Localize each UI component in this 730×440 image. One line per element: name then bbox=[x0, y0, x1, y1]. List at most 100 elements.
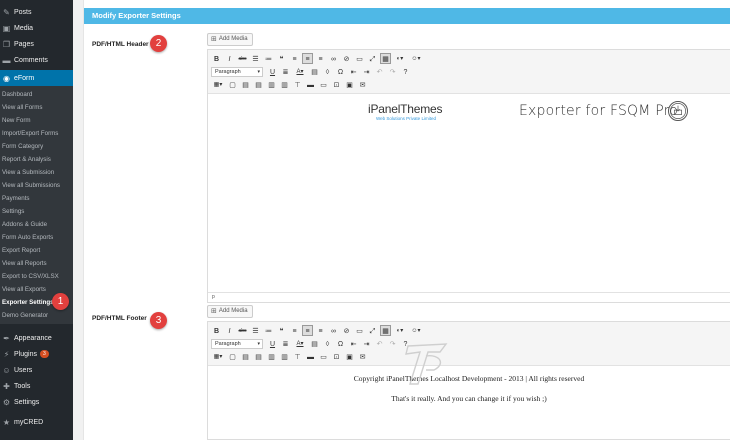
sidebar-item-comments[interactable]: ▬ Comments bbox=[0, 52, 73, 68]
indent-icon[interactable]: ⇥ bbox=[361, 66, 372, 77]
submenu-item-view-submission[interactable]: View a Submission bbox=[0, 166, 73, 179]
unlink-icon[interactable]: ⊘ bbox=[341, 53, 352, 64]
read-more-icon[interactable]: ▭ bbox=[354, 53, 365, 64]
submenu-item-view-all-reports[interactable]: View all Reports bbox=[0, 257, 73, 270]
fullscreen-icon[interactable]: ⤢ bbox=[367, 325, 378, 336]
numbered-list-icon[interactable]: ≔ bbox=[263, 325, 274, 336]
clear-format-icon[interactable]: ◊ bbox=[322, 338, 333, 349]
add-media-button[interactable]: ⊞ Add Media bbox=[207, 33, 253, 46]
format-select[interactable]: Paragraph ▾ bbox=[211, 66, 263, 77]
link-icon[interactable]: ∞ bbox=[328, 53, 339, 64]
redo-icon[interactable]: ↷ bbox=[387, 338, 398, 349]
sidebar-item-mycred[interactable]: ★ myCRED bbox=[0, 414, 73, 430]
submenu-item-new-form[interactable]: New Form bbox=[0, 114, 73, 127]
delete-row-icon[interactable]: ▥ bbox=[266, 79, 277, 90]
submenu-item-export-csv[interactable]: Export to CSV/XLSX bbox=[0, 270, 73, 283]
align-left-icon[interactable]: ≡ bbox=[289, 53, 300, 64]
submenu-item-view-all-forms[interactable]: View all Forms bbox=[0, 101, 73, 114]
underline-icon[interactable]: U bbox=[267, 66, 278, 77]
align-center-icon[interactable]: ≡ bbox=[302, 325, 313, 336]
row-after-icon[interactable]: ▤ bbox=[253, 79, 264, 90]
sidebar-item-posts[interactable]: ✎ Posts bbox=[0, 4, 73, 20]
submenu-item-demo-generator[interactable]: Demo Generator bbox=[0, 309, 73, 322]
outdent-icon[interactable]: ⇤ bbox=[348, 66, 359, 77]
comment-icon[interactable]: ✉ bbox=[357, 351, 368, 362]
bullet-list-icon[interactable]: ☰ bbox=[250, 53, 261, 64]
link-icon[interactable]: ∞ bbox=[328, 325, 339, 336]
help-icon[interactable]: ? bbox=[400, 66, 411, 77]
merge-cell-icon[interactable]: ⊡ bbox=[331, 351, 342, 362]
text-color-icon[interactable]: A▾ bbox=[293, 338, 307, 349]
table-icon[interactable]: ▦▾ bbox=[211, 351, 225, 362]
fullscreen-icon[interactable]: ⤢ bbox=[367, 53, 378, 64]
paste-text-icon[interactable]: ▤ bbox=[309, 66, 320, 77]
undo-icon[interactable]: ↶ bbox=[374, 338, 385, 349]
header-editor-body[interactable]: iPanelThemes Web Solutions Private Limit… bbox=[208, 94, 730, 301]
italic-icon[interactable]: I bbox=[224, 325, 235, 336]
format-select[interactable]: Paragraph ▾ bbox=[211, 338, 263, 349]
add-media-button[interactable]: ⊞ Add Media bbox=[207, 305, 253, 318]
clear-format-icon[interactable]: ◊ bbox=[322, 66, 333, 77]
sidebar-item-media[interactable]: ▣ Media bbox=[0, 20, 73, 36]
blockquote-icon[interactable]: ❝ bbox=[276, 325, 287, 336]
delete-col-icon[interactable]: ▬ bbox=[305, 351, 316, 362]
sidebar-item-appearance[interactable]: ✒ Appearance bbox=[0, 330, 73, 346]
col-before-icon[interactable]: ▥ bbox=[279, 79, 290, 90]
align-right-icon[interactable]: ≡ bbox=[315, 53, 326, 64]
sidebar-item-settings[interactable]: ⚙ Settings bbox=[0, 394, 73, 410]
submenu-item-form-category[interactable]: Form Category bbox=[0, 140, 73, 153]
redo-icon[interactable]: ↷ bbox=[387, 66, 398, 77]
strikethrough-icon[interactable]: abc bbox=[237, 325, 248, 336]
delete-row-icon[interactable]: ▥ bbox=[266, 351, 277, 362]
toolbar-toggle-icon[interactable]: ▦ bbox=[380, 53, 391, 64]
submenu-item-payments[interactable]: Payments bbox=[0, 192, 73, 205]
align-right-icon[interactable]: ≡ bbox=[315, 325, 326, 336]
blockquote-icon[interactable]: ❝ bbox=[276, 53, 287, 64]
split-cell-icon[interactable]: ▭ bbox=[318, 351, 329, 362]
bold-icon[interactable]: B bbox=[211, 325, 222, 336]
sidebar-item-eform[interactable]: ◉ eForm bbox=[0, 70, 73, 86]
submenu-item-view-all-submissions[interactable]: View all Submissions bbox=[0, 179, 73, 192]
text-color-icon[interactable]: A▾ bbox=[293, 66, 307, 77]
table-props-icon[interactable]: ▢ bbox=[227, 79, 238, 90]
sidebar-item-plugins[interactable]: ⚡ Plugins 3 bbox=[0, 346, 73, 362]
undo-icon[interactable]: ↶ bbox=[374, 66, 385, 77]
delete-col-icon[interactable]: ▬ bbox=[305, 79, 316, 90]
submenu-item-settings[interactable]: Settings bbox=[0, 205, 73, 218]
footer-editor-body[interactable]: Copyright iPanelThemes Localhost Develop… bbox=[208, 366, 730, 438]
table-props-icon[interactable]: ▢ bbox=[227, 351, 238, 362]
cell-props-icon[interactable]: ▣ bbox=[344, 351, 355, 362]
sidebar-item-pages[interactable]: ❐ Pages bbox=[0, 36, 73, 52]
submenu-item-dashboard[interactable]: Dashboard bbox=[0, 88, 73, 101]
comment-icon[interactable]: ✉ bbox=[357, 79, 368, 90]
numbered-list-icon[interactable]: ≔ bbox=[263, 53, 274, 64]
color-picker-icon[interactable]: ◐▾ bbox=[393, 325, 407, 336]
row-after-icon[interactable]: ▤ bbox=[253, 351, 264, 362]
submenu-item-import-export[interactable]: Import/Export Forms bbox=[0, 127, 73, 140]
row-before-icon[interactable]: ▤ bbox=[240, 351, 251, 362]
split-cell-icon[interactable]: ▭ bbox=[318, 79, 329, 90]
col-after-icon[interactable]: ⊤ bbox=[292, 79, 303, 90]
bullet-list-icon[interactable]: ☰ bbox=[250, 325, 261, 336]
underline-icon[interactable]: U bbox=[267, 338, 278, 349]
footer-editor[interactable]: B I abc ☰ ≔ ❝ ≡ ≡ ≡ ∞ ⊘ ▭ ⤢ ▦ ◐▾ ☺▾ Para… bbox=[207, 321, 730, 440]
merge-cell-icon[interactable]: ⊡ bbox=[331, 79, 342, 90]
special-char-icon[interactable]: Ω bbox=[335, 66, 346, 77]
col-before-icon[interactable]: ▥ bbox=[279, 351, 290, 362]
unlink-icon[interactable]: ⊘ bbox=[341, 325, 352, 336]
align-left-icon[interactable]: ≡ bbox=[289, 325, 300, 336]
submenu-item-export-report[interactable]: Export Report bbox=[0, 244, 73, 257]
outdent-icon[interactable]: ⇤ bbox=[348, 338, 359, 349]
submenu-item-addons[interactable]: Addons & Guide bbox=[0, 218, 73, 231]
italic-icon[interactable]: I bbox=[224, 53, 235, 64]
submenu-item-auto-exports[interactable]: Form Auto Exports bbox=[0, 231, 73, 244]
special-char-icon[interactable]: Ω bbox=[335, 338, 346, 349]
toolbar-toggle-icon[interactable]: ▦ bbox=[380, 325, 391, 336]
align-center-icon[interactable]: ≡ bbox=[302, 53, 313, 64]
submenu-item-report-analysis[interactable]: Report & Analysis bbox=[0, 153, 73, 166]
paste-text-icon[interactable]: ▤ bbox=[309, 338, 320, 349]
justify-icon[interactable]: ≣ bbox=[280, 338, 291, 349]
sidebar-item-tools[interactable]: ✚ Tools bbox=[0, 378, 73, 394]
col-after-icon[interactable]: ⊤ bbox=[292, 351, 303, 362]
justify-icon[interactable]: ≣ bbox=[280, 66, 291, 77]
